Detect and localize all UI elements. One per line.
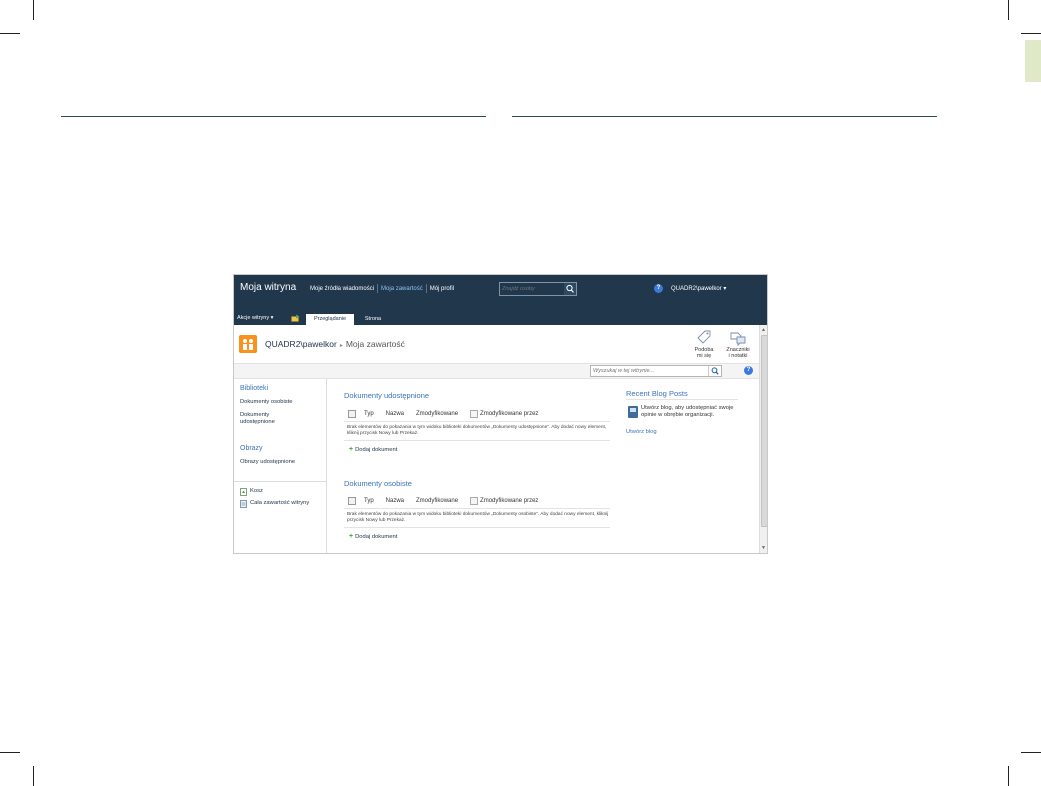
shared-docs-title[interactable]: Dokumenty udostępnione [344, 391, 429, 400]
breadcrumb-current: Moja zawartość [345, 339, 405, 349]
select-all-checkbox[interactable] [348, 410, 356, 418]
crop-mark [33, 766, 34, 786]
nav-divider [234, 481, 326, 482]
recycle-bin-icon [240, 488, 247, 496]
shared-docs-header: Typ Nazwa Zmodyfikowane Zmodyfikowane pr… [348, 408, 606, 420]
col-modified-by[interactable]: Zmodyfikowane przez [480, 498, 550, 504]
recycle-bin-label: Kosz [250, 488, 263, 494]
breadcrumb-arrow-icon: ▸ [339, 343, 343, 349]
nav-link-shared-pictures[interactable]: Obrazy udostępnione [240, 459, 295, 466]
recycle-bin-link[interactable]: Kosz [240, 488, 263, 496]
all-content-label: Cała zawartość witryny [250, 500, 310, 506]
page-tab-marker [1025, 40, 1041, 82]
col-type[interactable]: Typ [364, 498, 386, 504]
add-icon: + [349, 533, 354, 540]
thumbs-up-tag-icon [695, 328, 713, 346]
crop-mark [1008, 0, 1009, 20]
shared-docs-empty-message: Brak elementów do pokazania w tym widoku… [347, 425, 607, 436]
crop-mark [0, 752, 20, 753]
page-rule-left [61, 116, 486, 117]
search-icon[interactable] [564, 283, 576, 295]
col-modified-by[interactable]: Zmodyfikowane przez [480, 411, 550, 417]
nav-heading-pictures[interactable]: Obrazy [240, 445, 263, 452]
personal-add-document-label: Dodaj dokument [355, 533, 398, 540]
crop-mark [1008, 766, 1009, 786]
nav-link-personal-docs[interactable]: Dokumenty osobiste [240, 399, 293, 406]
tab-browse[interactable]: Przeglądanie [306, 314, 354, 325]
personal-docs-title[interactable]: Dokumenty osobiste [344, 479, 412, 488]
document-icon [470, 410, 479, 418]
nav-link-newsfeed[interactable]: Moje źródła wiadomości [307, 286, 377, 292]
search-icon[interactable] [708, 366, 721, 376]
people-search-input[interactable] [502, 284, 560, 293]
crop-mark [33, 0, 34, 20]
personal-add-document-link[interactable]: + Dodaj dokument [349, 533, 397, 540]
site-search-input[interactable] [593, 366, 703, 376]
like-button[interactable]: Podoba mi się [686, 328, 722, 359]
create-blog-link[interactable]: Utwórz blog [626, 429, 657, 435]
scroll-up-icon[interactable]: ▲ [761, 327, 766, 333]
col-modified[interactable]: Zmodyfikowane [416, 411, 470, 417]
row-separator [344, 527, 610, 528]
col-name[interactable]: Nazwa [386, 411, 416, 417]
document-icon [470, 497, 479, 505]
site-actions-menu[interactable]: Akcje witryny ▾ [237, 315, 273, 321]
blog-description: Utwórz blog, aby udostępniać swoje opini… [641, 405, 734, 418]
tags-label-line2: i notatki [728, 353, 748, 359]
breadcrumb-root[interactable]: QUADR2\pawelkor [265, 339, 337, 349]
shared-add-document-link[interactable]: + Dodaj dokument [349, 446, 397, 453]
page-rule-right [512, 116, 937, 117]
vertical-scrollbar[interactable]: ▲ ▼ [759, 325, 767, 553]
row-separator [344, 440, 610, 441]
main-content: Dokumenty udostępnione Typ Nazwa Zmodyfi… [326, 379, 759, 553]
help-icon[interactable]: ? [654, 284, 663, 293]
all-site-content-link[interactable]: Cała zawartość witryny [240, 500, 310, 508]
site-title[interactable]: Moja witryna [240, 282, 296, 293]
col-type[interactable]: Typ [364, 411, 386, 417]
tab-page[interactable]: Strona [358, 314, 388, 325]
scroll-down-icon[interactable]: ▼ [761, 545, 766, 551]
nav-link-my-content[interactable]: Moja zawartość [378, 286, 426, 292]
user-menu[interactable]: QUADR2\pawelkor ▾ [671, 285, 726, 292]
blog-icon [628, 406, 638, 418]
crop-mark [0, 33, 20, 34]
shared-add-document-label: Dodaj dokument [355, 446, 398, 453]
top-bar: Moja witryna Moje źródła wiadomości Moja… [234, 275, 767, 312]
like-label-line2: mi się [696, 353, 712, 359]
tags-notes-icon [729, 328, 747, 347]
left-navigation: Biblioteki Dokumenty osobiste Dokumenty … [234, 379, 327, 553]
nav-heading-libraries[interactable]: Biblioteki [240, 385, 268, 392]
all-content-icon [240, 500, 247, 508]
personal-docs-header: Typ Nazwa Zmodyfikowane Zmodyfikowane pr… [348, 495, 606, 507]
breadcrumb: QUADR2\pawelkor ▸ Moja zawartość [265, 339, 405, 349]
tags-notes-button[interactable]: Znaczniki i notatki [720, 328, 756, 359]
row-separator [344, 508, 610, 509]
site-search-box [590, 365, 722, 377]
row-separator [626, 399, 738, 400]
crop-mark [1021, 33, 1041, 34]
recent-blog-posts-title[interactable]: Recent Blog Posts [626, 389, 688, 398]
nav-link-shared-docs[interactable]: Dokumenty udostępnione [240, 412, 300, 426]
site-logo [239, 335, 257, 353]
col-name[interactable]: Nazwa [386, 498, 416, 504]
select-all-checkbox[interactable] [348, 497, 356, 505]
help-icon[interactable]: ? [744, 366, 753, 375]
add-icon: + [349, 446, 354, 453]
nav-link-my-profile[interactable]: Mój profil [427, 286, 457, 292]
crop-mark [1021, 752, 1041, 753]
row-separator [344, 421, 610, 422]
top-nav: Moje źródła wiadomości Moja zawartość Mó… [307, 284, 457, 293]
title-area: QUADR2\pawelkor ▸ Moja zawartość Podoba mi… [234, 325, 759, 364]
sharepoint-screenshot: Moja witryna Moje źródła wiadomości Moja… [234, 275, 767, 553]
scroll-thumb[interactable] [761, 335, 767, 527]
navigate-up-icon[interactable] [291, 314, 300, 322]
ribbon-tabs: Akcje witryny ▾ Przeglądanie Strona [234, 312, 767, 325]
people-search-box [499, 282, 577, 296]
col-modified[interactable]: Zmodyfikowane [416, 498, 470, 504]
search-row: ? [234, 364, 759, 379]
personal-docs-empty-message: Brak elementów do pokazania w tym widoku… [347, 512, 609, 523]
